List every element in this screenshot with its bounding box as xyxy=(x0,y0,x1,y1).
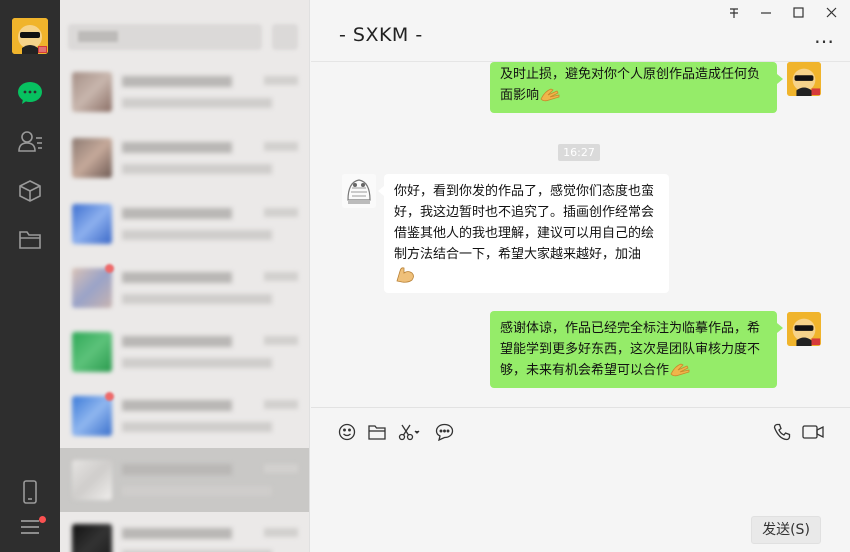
chat-bubble-icon[interactable] xyxy=(434,422,454,442)
message-composer[interactable]: 发送(S) xyxy=(311,407,850,552)
list-item-active[interactable] xyxy=(60,448,309,512)
avatar xyxy=(72,460,112,500)
list-item[interactable] xyxy=(60,384,309,448)
left-rail xyxy=(0,0,60,552)
avatar xyxy=(72,72,112,112)
maximize-button[interactable] xyxy=(785,4,811,22)
chat-icon[interactable] xyxy=(15,78,45,108)
video-call-icon[interactable] xyxy=(801,422,825,442)
avatar xyxy=(72,332,112,372)
close-button[interactable] xyxy=(819,4,845,22)
conversation-list xyxy=(60,0,310,552)
notification-dot xyxy=(39,516,46,523)
folder-icon[interactable] xyxy=(367,422,387,442)
unread-badge xyxy=(105,392,114,401)
phone-icon[interactable] xyxy=(15,477,45,507)
minimize-button[interactable] xyxy=(753,4,779,22)
cube-icon[interactable] xyxy=(15,176,45,206)
message-list: 及时止损，避免对你个人原创作品造成任何负面影响 16:27 你好，看到你发的作品… xyxy=(311,62,850,407)
list-item[interactable] xyxy=(60,192,309,256)
list-item[interactable] xyxy=(60,60,309,124)
unread-badge xyxy=(105,264,114,273)
avatar xyxy=(72,204,112,244)
message-bubble-sent[interactable]: 感谢体谅，作品已经完全标注为临摹作品，希望能学到更多好东西，这次是团队审核力度不… xyxy=(490,311,783,388)
message-bubble-sent[interactable]: 及时止损，避免对你个人原创作品造成任何负面影响 xyxy=(490,62,783,113)
list-item[interactable] xyxy=(60,512,309,552)
scissors-icon[interactable] xyxy=(397,422,423,442)
chat-header: - SXKM - … xyxy=(311,0,850,62)
folder-icon[interactable] xyxy=(15,224,45,254)
add-button[interactable] xyxy=(272,24,298,50)
my-avatar[interactable] xyxy=(787,62,821,96)
list-item[interactable] xyxy=(60,320,309,384)
avatar xyxy=(72,524,112,552)
more-options-button[interactable]: … xyxy=(814,26,835,46)
list-item[interactable] xyxy=(60,256,309,320)
user-avatar[interactable] xyxy=(12,18,48,54)
avatar xyxy=(72,138,112,178)
message-timestamp: 16:27 xyxy=(558,144,600,161)
voice-call-icon[interactable] xyxy=(772,422,792,442)
emoji-icon[interactable] xyxy=(337,422,357,442)
avatar xyxy=(72,268,112,308)
clap-hand-icon xyxy=(539,85,561,103)
clap-hand-icon xyxy=(669,360,691,378)
send-button[interactable]: 发送(S) xyxy=(751,516,821,544)
pin-button[interactable] xyxy=(721,4,747,22)
avatar xyxy=(72,396,112,436)
my-avatar[interactable] xyxy=(787,312,821,346)
chat-title: - SXKM - xyxy=(339,24,423,46)
message-text: 你好，看到你发的作品了，感觉你们态度也蛮好，我这边暂时也不追究了。插画创作经常会… xyxy=(394,184,655,262)
list-item[interactable] xyxy=(60,126,309,190)
contacts-icon[interactable] xyxy=(15,126,45,156)
search-input[interactable] xyxy=(68,24,262,50)
chat-pane: - SXKM - … 及时止损，避免对你个人原创作品造成任何负面影响 16:27… xyxy=(311,0,850,552)
message-text: 感谢体谅，作品已经完全标注为临摹作品，希望能学到更多好东西，这次是团队审核力度不… xyxy=(500,321,761,378)
contact-avatar[interactable] xyxy=(342,174,376,208)
message-bubble-received[interactable]: 你好，看到你发的作品了，感觉你们态度也蛮好，我这边暂时也不追究了。插画创作经常会… xyxy=(378,174,669,293)
flexed-biceps-icon xyxy=(394,265,416,283)
